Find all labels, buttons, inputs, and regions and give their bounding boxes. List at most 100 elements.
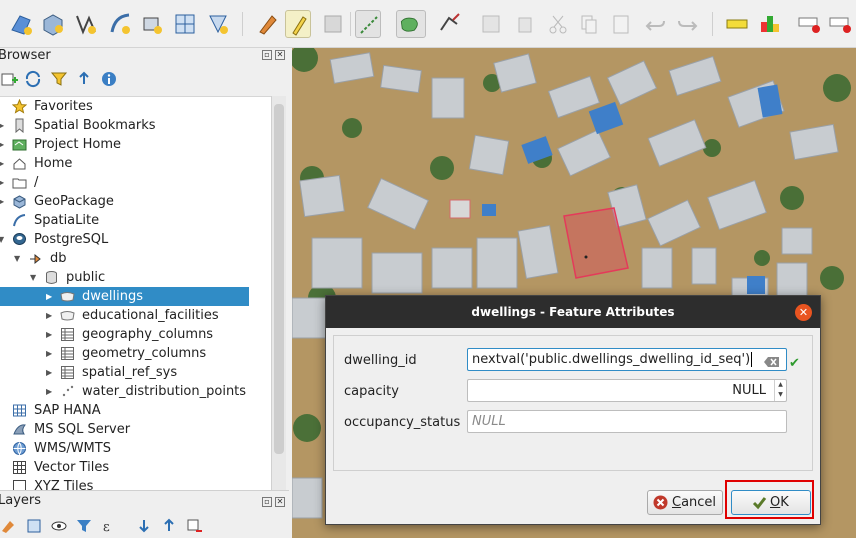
info-icon[interactable] [100,70,118,88]
filter-expression-icon[interactable]: ε [100,517,118,535]
spin-buttons[interactable]: ▲ ▼ [774,380,786,401]
collapse-all-icon[interactable] [75,70,93,88]
cancel-button[interactable]: Cancel [647,490,723,515]
refresh-icon[interactable] [24,70,42,88]
remove-layer-icon[interactable] [185,517,203,535]
label-remove-icon[interactable] [828,10,854,38]
tree-item-sap-hana[interactable]: SAP HANA [0,401,271,420]
field-label-occupancy-status: occupancy_status [344,415,461,430]
svg-text:ε: ε [103,520,110,535]
tree-item-favorites[interactable]: Favorites [0,97,271,116]
collapse-arrow-icon[interactable]: ▼ [30,268,38,287]
folder-icon [12,175,27,190]
delete-selected-icon[interactable] [512,10,538,38]
tree-item-postgresql[interactable]: ▼ PostgreSQL [0,230,271,249]
constraint-check-icon: ✔ [789,356,800,371]
expand-arrow-icon[interactable]: ▶ [0,135,6,154]
browser-panel-title: Browser [0,48,51,63]
collapse-arrow-icon[interactable]: ▼ [14,249,22,268]
close-panel-icon[interactable]: ✕ [275,497,285,507]
tree-item-public[interactable]: ▼ public [0,268,271,287]
close-panel-icon[interactable]: ✕ [275,50,285,60]
expand-arrow-icon[interactable]: ▶ [0,173,6,192]
tree-item-spatial-ref-sys[interactable]: ▶ spatial_ref_sys [0,363,271,382]
modify-attributes-icon[interactable] [478,10,504,38]
capacity-spinbox[interactable]: NULL ▲ ▼ [467,379,787,402]
spin-down-icon[interactable]: ▼ [775,390,786,400]
save-edits-icon[interactable] [320,10,346,38]
expand-arrow-icon[interactable]: ▶ [0,192,6,211]
expand-arrow-icon[interactable]: ▶ [0,116,6,135]
current-edits-icon[interactable] [254,10,280,38]
toggle-editing-icon[interactable] [285,10,311,38]
shape-digitize-icon[interactable] [205,10,231,38]
attribute-form: dwelling_id nextval('public.dwellings_dw… [333,335,813,471]
tree-item-water-distribution-points[interactable]: ▶ water_distribution_points [0,382,271,401]
wms-icon [12,441,27,456]
add-polygon-feature-icon[interactable] [396,10,426,38]
home-icon [12,156,27,171]
dwelling-id-field[interactable]: nextval('public.dwellings_dwelling_id_se… [467,348,787,371]
browser-scrollbar[interactable] [271,96,286,532]
occupancy-status-value: NULL [472,414,506,429]
collapse-all-icon[interactable] [160,517,178,535]
tree-item-root[interactable]: ▶ / [0,173,271,192]
polygon-layer-icon [60,308,75,323]
tree-item-vector-tiles[interactable]: Vector Tiles [0,458,271,477]
label-pin-icon[interactable] [797,10,823,38]
clear-field-icon[interactable] [764,354,780,367]
dialog-titlebar[interactable]: dwellings - Feature Attributes ✕ [326,296,820,328]
expand-arrow-icon[interactable]: ▶ [46,363,54,382]
vertex-tool-icon[interactable] [437,10,463,38]
add-line-feature-icon[interactable] [355,10,381,38]
visibility-icon[interactable] [50,517,68,535]
tree-item-wms-wmts[interactable]: WMS/WMTS [0,439,271,458]
digitize-vertex-icon[interactable] [73,10,99,38]
undo-icon[interactable] [643,10,669,38]
layers-panel: Layers ▫ ✕ ε [0,490,289,538]
tree-item-project-home[interactable]: ▶ Project Home [0,135,271,154]
tree-item-ms-sql-server[interactable]: MS SQL Server [0,420,271,439]
label-tool-icon[interactable] [724,10,748,38]
expand-arrow-icon[interactable]: ▶ [0,154,6,173]
tree-item-educational-facilities[interactable]: ▶ educational_facilities [0,306,271,325]
tree-item-dwellings[interactable]: ▶ dwellings [0,287,249,306]
float-panel-icon[interactable]: ▫ [262,50,272,60]
tree-item-geometry-columns[interactable]: ▶ geometry_columns [0,344,271,363]
float-panel-icon[interactable]: ▫ [262,497,272,507]
add-selected-layers-icon[interactable] [0,70,18,88]
expand-arrow-icon[interactable]: ▶ [46,306,54,325]
cancel-icon [653,495,668,510]
expand-arrow-icon[interactable]: ▶ [46,344,54,363]
copy-features-icon[interactable] [576,10,602,38]
tree-item-spatialite[interactable]: SpatiaLite [0,211,271,230]
layer-style-icon[interactable] [0,517,18,535]
occupancy-status-field[interactable]: NULL [467,410,787,433]
cut-features-icon[interactable] [545,10,571,38]
tree-item-geopackage[interactable]: ▶ GeoPackage [0,192,271,211]
expand-arrow-icon[interactable]: ▶ [46,325,54,344]
scrollbar-thumb[interactable] [274,104,284,454]
tree-item-db[interactable]: ▼ db [0,249,271,268]
tree-item-geography-columns[interactable]: ▶ geography_columns [0,325,271,344]
expand-arrow-icon[interactable]: ▶ [46,382,54,401]
add-group-icon[interactable] [25,517,43,535]
layer-diagram-icon[interactable] [757,10,783,38]
expand-arrow-icon[interactable]: ▶ [46,287,54,306]
filter-icon[interactable] [50,70,68,88]
close-icon[interactable]: ✕ [795,304,812,321]
expand-all-icon[interactable] [135,517,153,535]
open-data-source-manager-icon[interactable] [8,10,34,38]
digitize-curve-icon[interactable] [107,10,133,38]
filter-legend-icon[interactable] [75,517,93,535]
tree-item-spatial-bookmarks[interactable]: ▶ Spatial Bookmarks [0,116,271,135]
spin-up-icon[interactable]: ▲ [775,380,786,390]
main-toolbar [0,0,856,48]
grid-layer-icon[interactable] [172,10,198,38]
collapse-arrow-icon[interactable]: ▼ [0,230,6,249]
tree-item-home[interactable]: ▶ Home [0,154,271,173]
select-by-location-icon[interactable] [139,10,165,38]
new-geopackage-layer-icon[interactable] [40,10,66,38]
redo-icon[interactable] [674,10,700,38]
paste-features-icon[interactable] [608,10,634,38]
